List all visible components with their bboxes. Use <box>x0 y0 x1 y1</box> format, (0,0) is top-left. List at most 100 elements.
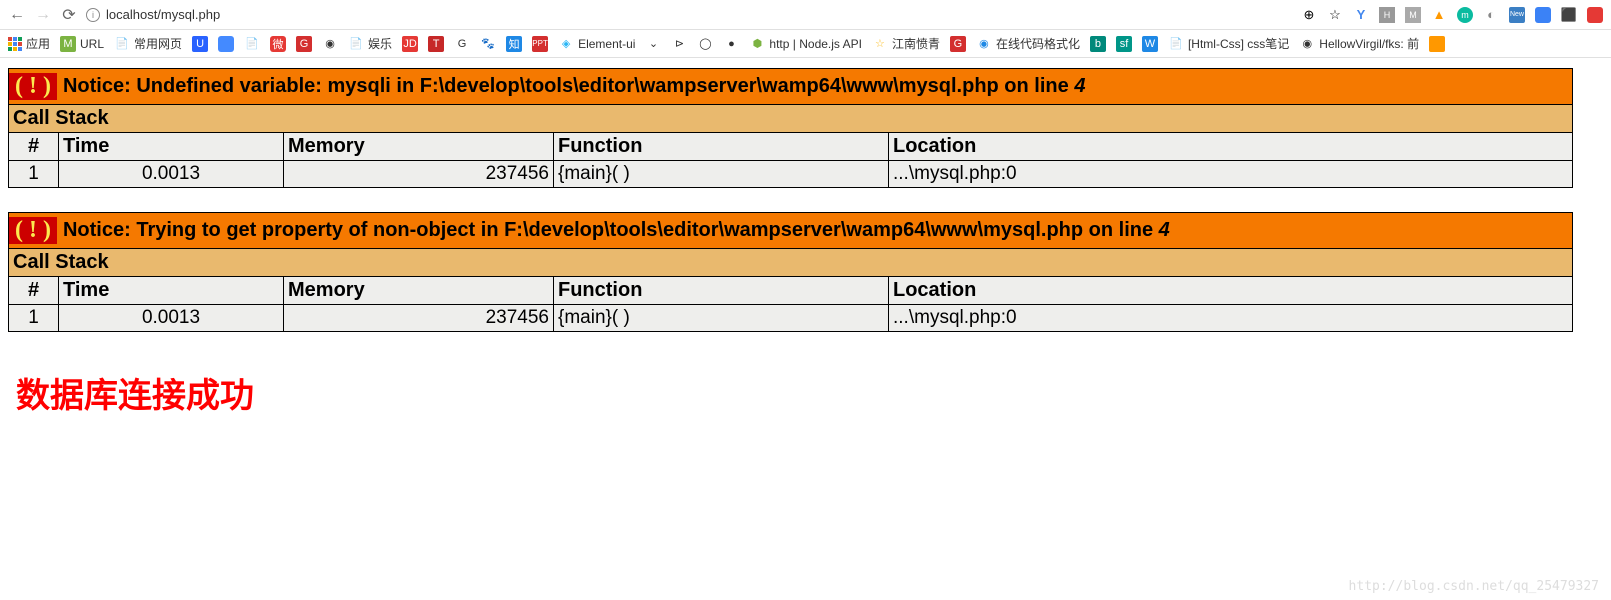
bookmark-item[interactable]: ⬢http | Node.js API <box>749 36 862 52</box>
ext-icon[interactable]: New <box>1509 7 1525 23</box>
reload-button[interactable]: ⟳ <box>60 6 78 24</box>
bookmark-icon: ◯ <box>697 36 713 52</box>
call-stack-header: Call Stack <box>9 105 1573 133</box>
nodejs-icon: ⬢ <box>749 36 765 52</box>
error-message: Notice: Undefined variable: mysqli in F:… <box>63 75 1074 97</box>
table-header-row: # Time Memory Function Location <box>9 277 1573 305</box>
bookmark-star-icon[interactable]: ☆ <box>1327 7 1343 23</box>
col-location: Location <box>889 277 1573 305</box>
bookmark-folder[interactable]: 📄娱乐 <box>348 35 392 52</box>
cell-memory: 237456 <box>284 305 554 332</box>
page-content: ( ! ) Notice: Undefined variable: mysqli… <box>0 58 1611 439</box>
bookmark-item[interactable] <box>218 36 234 52</box>
file-icon: 📄 <box>244 36 260 52</box>
xdebug-error-table: ( ! ) Notice: Trying to get property of … <box>8 212 1573 332</box>
cell-location: ...\mysql.php:0 <box>889 161 1573 188</box>
apps-label: 应用 <box>26 35 50 52</box>
bookmark-item[interactable]: G <box>950 36 966 52</box>
bookmark-item[interactable]: b <box>1090 36 1106 52</box>
error-header: ( ! ) Notice: Trying to get property of … <box>9 213 1573 249</box>
cell-time: 0.0013 <box>59 305 284 332</box>
bookmark-item[interactable]: U <box>192 36 208 52</box>
cell-time: 0.0013 <box>59 161 284 188</box>
bookmark-item[interactable]: 微 <box>270 36 286 52</box>
bookmark-item[interactable]: sf <box>1116 36 1132 52</box>
table-row: 1 0.0013 237456 {main}( ) ...\mysql.php:… <box>9 161 1573 188</box>
forward-button[interactable]: → <box>34 6 52 24</box>
chevron-icon: ⌄ <box>645 36 661 52</box>
bookmark-item[interactable]: 📄[Html-Css] css笔记 <box>1168 35 1289 52</box>
bookmark-item[interactable]: ☆江南愤青 <box>872 35 940 52</box>
bookmark-item[interactable]: ◈Element-ui <box>558 36 635 52</box>
ext-icon[interactable] <box>1587 7 1603 23</box>
bookmark-item[interactable]: JD <box>402 36 418 52</box>
bookmark-item[interactable]: 🐾 <box>480 36 496 52</box>
edge-icon: ◉ <box>976 36 992 52</box>
col-num: # <box>9 277 59 305</box>
sf-icon: sf <box>1116 36 1132 52</box>
bookmark-icon: PPT <box>532 36 548 52</box>
bookmark-item[interactable]: ⊳ <box>671 36 687 52</box>
col-time: Time <box>59 133 284 161</box>
weibo-icon: 微 <box>270 36 286 52</box>
apps-icon <box>8 37 22 51</box>
address-bar[interactable]: i localhost/mysql.php <box>86 7 1293 22</box>
bookmark-item[interactable]: ◉ <box>322 36 338 52</box>
bookmark-item[interactable]: MURL <box>60 36 104 52</box>
col-time: Time <box>59 277 284 305</box>
bookmark-item[interactable]: ◉HellowVirgil/fks: 前 <box>1299 35 1419 52</box>
element-icon: ◈ <box>558 36 574 52</box>
bookmark-item[interactable]: T <box>428 36 444 52</box>
bookmark-item[interactable]: ⌄ <box>645 36 661 52</box>
ext-icon[interactable]: m <box>1457 7 1473 23</box>
ext-icon[interactable]: H <box>1379 7 1395 23</box>
xdebug-error-table: ( ! ) Notice: Undefined variable: mysqli… <box>8 68 1573 188</box>
bookmark-icon: G <box>296 36 312 52</box>
bookmark-item[interactable]: G <box>454 36 470 52</box>
bookmark-item[interactable]: G <box>296 36 312 52</box>
ext-icon[interactable] <box>1535 7 1551 23</box>
bookmark-item[interactable]: PPT <box>532 36 548 52</box>
zoom-icon[interactable]: ⊕ <box>1301 7 1317 23</box>
bing-icon: b <box>1090 36 1106 52</box>
info-icon[interactable]: i <box>86 8 100 22</box>
ext-icon[interactable]: ▲ <box>1431 7 1447 23</box>
bookmark-item[interactable]: 知 <box>506 36 522 52</box>
bookmark-icon <box>218 36 234 52</box>
bookmarks-bar: 应用 MURL 📄常用网页 U 📄 微 G ◉ 📄娱乐 JD T G 🐾 知 P… <box>0 30 1611 58</box>
bookmark-item[interactable]: ● <box>723 36 739 52</box>
w-icon: W <box>1142 36 1158 52</box>
ext-icon[interactable]: ⬛ <box>1561 7 1577 23</box>
bookmark-item[interactable]: 📄 <box>244 36 260 52</box>
github-icon: ◉ <box>322 36 338 52</box>
file-icon: 📄 <box>1168 36 1184 52</box>
ext-icon[interactable]: M <box>1405 7 1421 23</box>
col-location: Location <box>889 133 1573 161</box>
bookmark-item[interactable] <box>1429 36 1445 52</box>
bookmark-item[interactable]: ◉在线代码格式化 <box>976 35 1080 52</box>
bookmark-icon: ⊳ <box>671 36 687 52</box>
back-button[interactable]: ← <box>8 6 26 24</box>
cell-num: 1 <box>9 161 59 188</box>
bookmark-folder[interactable]: 📄常用网页 <box>114 35 182 52</box>
error-badge-icon: ( ! ) <box>9 217 57 244</box>
ext-icon[interactable]: Y <box>1353 7 1369 23</box>
table-row: 1 0.0013 237456 {main}( ) ...\mysql.php:… <box>9 305 1573 332</box>
error-badge-icon: ( ! ) <box>9 73 57 100</box>
bookmark-item[interactable]: W <box>1142 36 1158 52</box>
bookmark-icon: T <box>428 36 444 52</box>
google-icon: G <box>454 36 470 52</box>
watermark: http://blog.csdn.net/qq_25479327 <box>1349 579 1599 594</box>
ext-icon[interactable]: ◐ <box>1483 7 1499 23</box>
cell-function: {main}( ) <box>554 161 889 188</box>
toolbar-right: ⊕ ☆ Y H M ▲ m ◐ New ⬛ <box>1301 7 1603 23</box>
cell-function: {main}( ) <box>554 305 889 332</box>
bookmark-icon: M <box>60 36 76 52</box>
jd-icon: JD <box>402 36 418 52</box>
apps-button[interactable]: 应用 <box>8 35 50 52</box>
call-stack-header: Call Stack <box>9 249 1573 277</box>
bookmark-icon <box>1429 36 1445 52</box>
bookmark-icon: U <box>192 36 208 52</box>
bookmark-item[interactable]: ◯ <box>697 36 713 52</box>
col-memory: Memory <box>284 277 554 305</box>
